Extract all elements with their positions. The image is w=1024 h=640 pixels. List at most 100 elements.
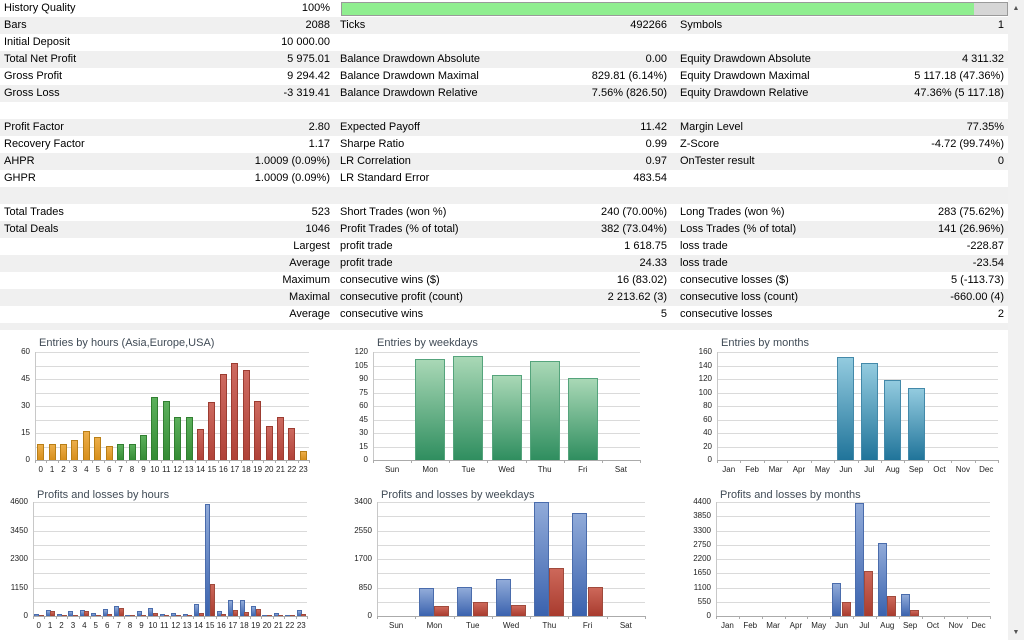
stat-cell: Maximum (0, 272, 336, 289)
scroll-down-icon[interactable]: ▼ (1008, 624, 1024, 640)
x-axis-tick (147, 616, 148, 619)
x-axis-label: Tue (458, 621, 488, 631)
bar (243, 370, 250, 460)
stat-label: Expected Payoff (336, 119, 420, 136)
chart-title: Entries by weekdays (377, 337, 478, 349)
stat-value: 1.0009 (0.09%) (255, 153, 336, 170)
x-axis-label: Mon (419, 621, 449, 631)
bar (197, 429, 204, 460)
gridline (377, 531, 645, 532)
gridline (716, 502, 990, 503)
history-quality-progress-fill (342, 3, 974, 15)
stat-cell: Largest (0, 238, 336, 255)
x-axis-tick (58, 460, 59, 463)
y-axis-label: 1150 (0, 583, 28, 593)
x-axis-tick (273, 616, 274, 619)
stat-label: LR Correlation (336, 153, 411, 170)
x-axis-tick (740, 460, 741, 463)
bar (861, 363, 878, 460)
stat-value: 10 000.00 (281, 34, 336, 51)
y-axis-line (377, 502, 378, 616)
gridline (35, 352, 309, 353)
y-axis-label: 105 (345, 361, 368, 371)
gridline (377, 602, 645, 603)
y-axis-label: 30 (345, 428, 368, 438)
vertical-scrollbar[interactable]: ▲ ▼ (1008, 0, 1024, 640)
stat-cell: consecutive wins ($)16 (83.02) (336, 272, 676, 289)
x-axis-tick (172, 460, 173, 463)
stat-label: profit trade (336, 255, 393, 272)
bar (129, 444, 136, 460)
x-axis-tick (928, 460, 929, 463)
chart-title: Profits and losses by hours (37, 489, 169, 501)
x-axis-tick (807, 616, 808, 619)
gridline (717, 420, 998, 421)
x-axis-tick (834, 460, 835, 463)
stat-value: 5 975.01 (287, 51, 336, 68)
bar (588, 587, 603, 616)
stat-label: Recovery Factor (0, 136, 85, 153)
stat-value: Maximum (282, 272, 336, 289)
x-axis-tick (195, 460, 196, 463)
x-axis-tick (286, 460, 287, 463)
y-axis-label: 45 (0, 374, 30, 384)
table-row: Bars2088Ticks492266Symbols1 (0, 17, 1008, 34)
x-axis-tick (46, 460, 47, 463)
y-axis-label: 40 (688, 428, 712, 438)
chart-panel: Entries by hours (Asia,Europe,USA)604530… (0, 336, 344, 488)
stat-label: History Quality (0, 0, 76, 17)
x-axis-label: 23 (286, 621, 316, 631)
stat-cell: consecutive profit (count)2 213.62 (3) (336, 289, 676, 306)
bar (83, 431, 90, 460)
y-axis-label: 1700 (345, 554, 372, 564)
x-axis-tick (92, 460, 93, 463)
y-axis-label: 120 (345, 347, 368, 357)
gridline (373, 366, 640, 367)
y-axis-label: 15 (345, 442, 368, 452)
bar (837, 357, 854, 460)
y-axis-label: 60 (345, 401, 368, 411)
scroll-up-icon[interactable]: ▲ (1008, 0, 1024, 16)
x-axis-tick (250, 616, 251, 619)
bar (164, 615, 169, 616)
y-axis-line (33, 502, 34, 616)
x-axis-tick (79, 616, 80, 619)
y-axis-label: 2200 (688, 554, 711, 564)
stat-cell: Long Trades (won %)283 (75.62%) (676, 204, 1008, 221)
history-quality-progressbar (341, 2, 1008, 16)
bar (153, 613, 158, 616)
bar (887, 596, 896, 616)
bar (434, 606, 449, 616)
x-axis-line (373, 460, 640, 461)
stat-value: Average (289, 306, 336, 323)
bar (511, 605, 526, 616)
gridline (716, 559, 990, 560)
x-axis-tick (193, 616, 194, 619)
stat-value: 1.0009 (0.09%) (255, 170, 336, 187)
gridline (717, 352, 998, 353)
gridline (33, 573, 307, 574)
chart-panel: Profits and losses by hours4600345023001… (0, 488, 344, 640)
x-axis-tick (136, 616, 137, 619)
gridline (377, 559, 645, 560)
x-axis-label: Sun (377, 465, 407, 475)
x-axis-tick (881, 460, 882, 463)
chart-title: Entries by months (721, 337, 809, 349)
x-axis-tick (415, 616, 416, 619)
y-axis-label: 3450 (0, 526, 28, 536)
x-axis-tick (899, 616, 900, 619)
gridline (35, 420, 309, 421)
bar (107, 614, 112, 616)
y-axis-label: 100 (688, 388, 712, 398)
x-axis-label: Sat (611, 621, 641, 631)
stat-value: Maximal (289, 289, 336, 306)
x-axis-tick (284, 616, 285, 619)
x-axis-tick (876, 616, 877, 619)
y-axis-label: 75 (345, 388, 368, 398)
stat-label: AHPR (0, 153, 35, 170)
stat-value: 5 (-113.73) (951, 272, 1008, 289)
stat-value: 382 (73.04%) (601, 221, 676, 238)
x-axis-label: Sun (381, 621, 411, 631)
bar (901, 594, 910, 616)
x-axis-label: Tue (453, 465, 483, 475)
